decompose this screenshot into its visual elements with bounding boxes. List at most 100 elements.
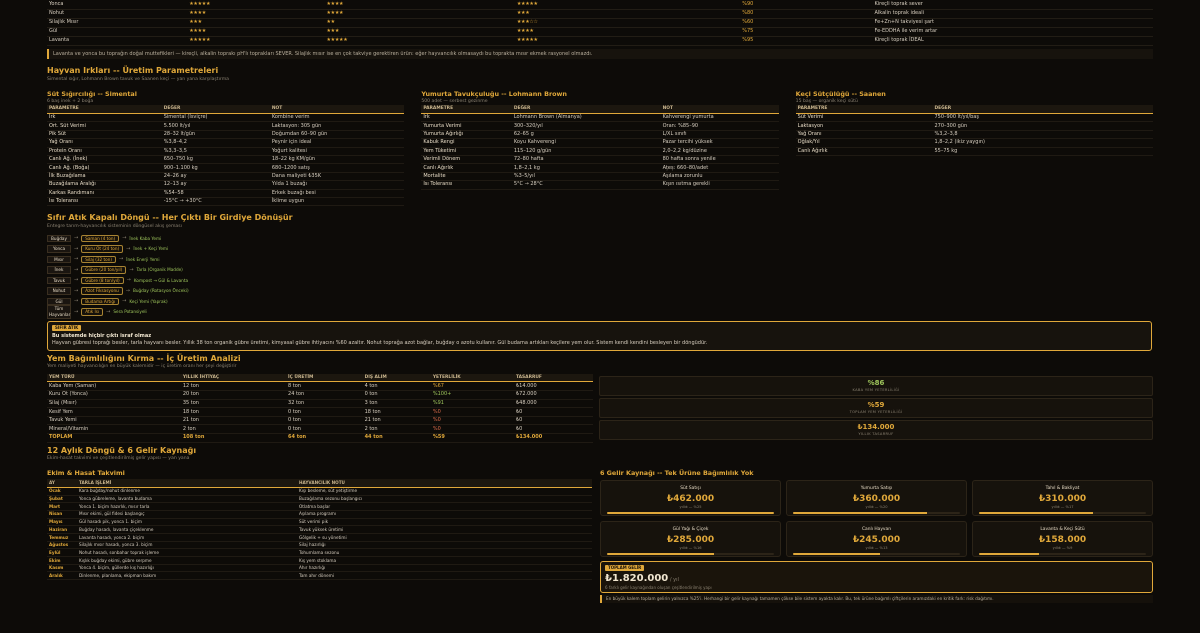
soil-percent: %90 xyxy=(740,0,873,10)
table-cell: Yem Tüketimi xyxy=(421,147,512,156)
calendar-cell: Mısır ekimi, gül fidesi başlangıç xyxy=(77,510,297,519)
calendar-cell: Otlatma başlar xyxy=(297,502,592,511)
income-card: Süt Satışı ₺462.000 yıllık — %25 xyxy=(600,480,781,517)
calendar-row: Temmuz Lavanta hasadı, yonca 2. biçim Gölg… xyxy=(47,533,592,542)
table-cell: İklime uygun xyxy=(269,197,405,207)
arrow-right-icon: → xyxy=(129,266,134,273)
calendar-panel: Ekim & Hasat Takvimi AY TARLA İŞLEMİ HAYVA… xyxy=(47,465,592,603)
soil-row: Yonca ★★★★★ ★★★★ ★★★★★ %90 Kireçli toprak sev… xyxy=(47,0,1153,10)
column-header: YEM TÜRÜ xyxy=(47,373,181,383)
feed-row: Mineral/Vitamin 2 ton 0 ton 2 ton %0 ₺0 xyxy=(47,424,593,434)
table-cell: %3–5/yıl xyxy=(511,172,661,182)
livestock-subtitle: Simental sığır, Lohmann Brown tavuk ve S… xyxy=(47,77,229,83)
table-cell: Ort. Süt Verimi xyxy=(47,121,162,131)
table-cell: Protein Oranı xyxy=(47,147,162,156)
cycle-output: Gübre (20 ton/yıl) xyxy=(81,266,127,274)
income-name: Canlı Hayvan xyxy=(861,527,892,533)
soil-row: Lavanta ★★★★★ ★★★★★ ★★★★★ %95 Kireçli toprak … xyxy=(47,36,1153,46)
zero-waste-text: Hayvan gübresi toprağı besler, tarla hay… xyxy=(52,339,708,346)
column-header: HAYVANCILIK NOTU xyxy=(297,479,592,488)
table-cell: 28–32 lt/gün xyxy=(161,130,270,140)
feed-row: Kesif Yem 18 ton 0 ton 18 ton %0 ₺0 xyxy=(47,407,593,417)
feed-kpis: %86 KABA YEM YETERLİLİĞİ %59 TOPLAM YEM YET… xyxy=(599,375,1153,443)
feed-cell: ₺0 xyxy=(513,416,593,426)
calendar-cell: Nisan xyxy=(47,510,77,519)
income-name: Tahıl & Bakliyat xyxy=(1045,486,1080,492)
soil-score-1: ★★★★ xyxy=(187,27,325,37)
calendar-cell: Yonca 1. biçim hazırlık, mısır tarla xyxy=(77,502,297,511)
table-cell: Canlı Ağ. (Boğa) xyxy=(47,163,162,173)
feed-subtitle: Yem maliyeti hayvancılığın en büyük kale… xyxy=(47,364,237,370)
table-row: Irk Simental (İsviçre) Kombine verim xyxy=(47,113,405,123)
arrow-right-icon: → xyxy=(122,235,127,242)
soil-score-3: ★★★ xyxy=(514,9,741,19)
income-name: Lavanta & Keçi Sütü xyxy=(1040,527,1085,533)
table-cell: %54–58 xyxy=(161,189,270,198)
table-row: Canlı Ağ. (Boğa) 900–1.100 kg 680–1200 sat… xyxy=(47,163,405,173)
table-cell: Yumurta Verimi xyxy=(421,121,512,131)
calendar-cell: Temmuz xyxy=(47,533,77,542)
income-card: Canlı Hayvan ₺245.000 yıllık — %13 xyxy=(786,521,967,558)
income-share-bar xyxy=(607,553,774,556)
soil-score-1: ★★★★ xyxy=(187,9,325,19)
column-header: TASARRUF xyxy=(513,373,593,383)
calendar-cell: Ahır hazırlığı xyxy=(297,564,592,573)
dairy-table: PARAMETRE DEĞER NOT Irk Simental (İsviçre) Ko… xyxy=(47,105,405,207)
arrow-right-icon: → xyxy=(126,277,131,284)
kpi-value: ₺134.000 xyxy=(857,422,895,431)
table-cell: Yağ Oranı xyxy=(795,130,933,140)
table-cell: Buzağılama Aralığı xyxy=(47,180,162,190)
table-row: Mortalite %3–5/yıl Aşılama zorunlu xyxy=(421,172,779,182)
feed-cell: ₺72.000 xyxy=(513,390,593,400)
column-header: YETERLİLİK xyxy=(430,373,514,383)
column-header: PARAMETRE xyxy=(47,105,162,115)
calendar-cell: Kışlık buğday ekimi, gübre serpme xyxy=(77,556,297,565)
feed-cell: Kaba Yem (Saman) xyxy=(47,381,181,392)
table-cell: Laktasyon xyxy=(795,121,933,131)
column-header: PARAMETRE xyxy=(795,105,933,115)
soil-score-2: ★★★ xyxy=(324,27,515,37)
soil-row: Nohut ★★★★ ★★★★ ★★★ %80 Alkalin toprak ideali xyxy=(47,9,1153,19)
feed-cell: ₺48.000 xyxy=(513,399,593,409)
table-cell: 900–1.100 kg xyxy=(161,163,270,173)
feed-title: Yem Bağımlılığını Kırma -- İç Üretim Ana… xyxy=(47,353,241,363)
table-row: Canlı Ağırlık 55–75 kg xyxy=(795,147,1153,156)
column-header: DIŞ ALIM xyxy=(362,373,431,383)
table-cell: Simental (İsviçre) xyxy=(161,113,270,123)
table-cell: -15°C → +30°C xyxy=(161,197,270,207)
table-cell: Yağ Oranı xyxy=(47,138,162,148)
table-header-row: PARAMETRE DEĞER NOT xyxy=(47,105,405,115)
cycle-source: Tüm Hayvanlar xyxy=(47,305,71,319)
feed-cell: 0 ton xyxy=(286,424,363,434)
income-share: yıllık — %16 xyxy=(679,546,702,551)
soil-crop: Nohut xyxy=(47,9,188,19)
calendar-row: Mart Yonca 1. biçim hazırlık, mısır tarla… xyxy=(47,502,592,511)
table-cell: 2,0–2,2 kg/düzine xyxy=(660,147,779,156)
feed-cell: Tavuk Yemi xyxy=(47,416,181,426)
income-value: ₺462.000 xyxy=(666,494,715,505)
feed-total-cell: 108 ton xyxy=(180,433,287,443)
calendar-cell: Tohumlama sezonu xyxy=(297,548,592,558)
page: Yonca ★★★★★ ★★★★ ★★★★★ %90 Kireçli toprak sev… xyxy=(0,0,1200,633)
feed-cell: 32 ton xyxy=(286,399,363,409)
arrow-right-icon: → xyxy=(74,287,79,294)
calendar-cell: Dinlenme, planlama, ekipman bakım xyxy=(77,571,297,581)
income-value: ₺245.000 xyxy=(852,535,901,546)
feed-cell: 12 ton xyxy=(180,381,287,392)
cycle-row: Tüm Hayvanlar → Atık Isı → Sera Potansiyeli xyxy=(47,305,607,319)
calendar-row: Ocak Kara buğday/nohut dinlenme Kışı besle… xyxy=(47,487,592,496)
feed-cell: 2 ton xyxy=(180,424,287,434)
calendar-cell: Buzağılama sezonu başlangıcı xyxy=(297,495,592,504)
cycle-source: Nohut xyxy=(47,287,71,295)
cycle-row: Nohut → Azot Fiksasyonu → Buğday (Rotasyon Ö… xyxy=(47,286,607,297)
table-cell: Kabuk Rengi xyxy=(421,138,512,148)
feed-cell: 21 ton xyxy=(180,416,287,426)
feed-cell: %100+ xyxy=(430,390,514,400)
table-cell: Kombine verim xyxy=(269,113,405,123)
soil-suitability-table: Yonca ★★★★★ ★★★★ ★★★★★ %90 Kireçli toprak sev… xyxy=(47,0,1153,46)
total-income-card: TOPLAM GELİR ₺1.820.000 / yıl 6 farklı g… xyxy=(600,561,1153,594)
cycle-output: Silaj (32 ton) xyxy=(81,255,117,264)
table-cell: 72–80 hafta xyxy=(511,155,661,165)
soil-score-2: ★★★★ xyxy=(324,0,515,10)
feed-cell: 0 ton xyxy=(286,416,363,426)
